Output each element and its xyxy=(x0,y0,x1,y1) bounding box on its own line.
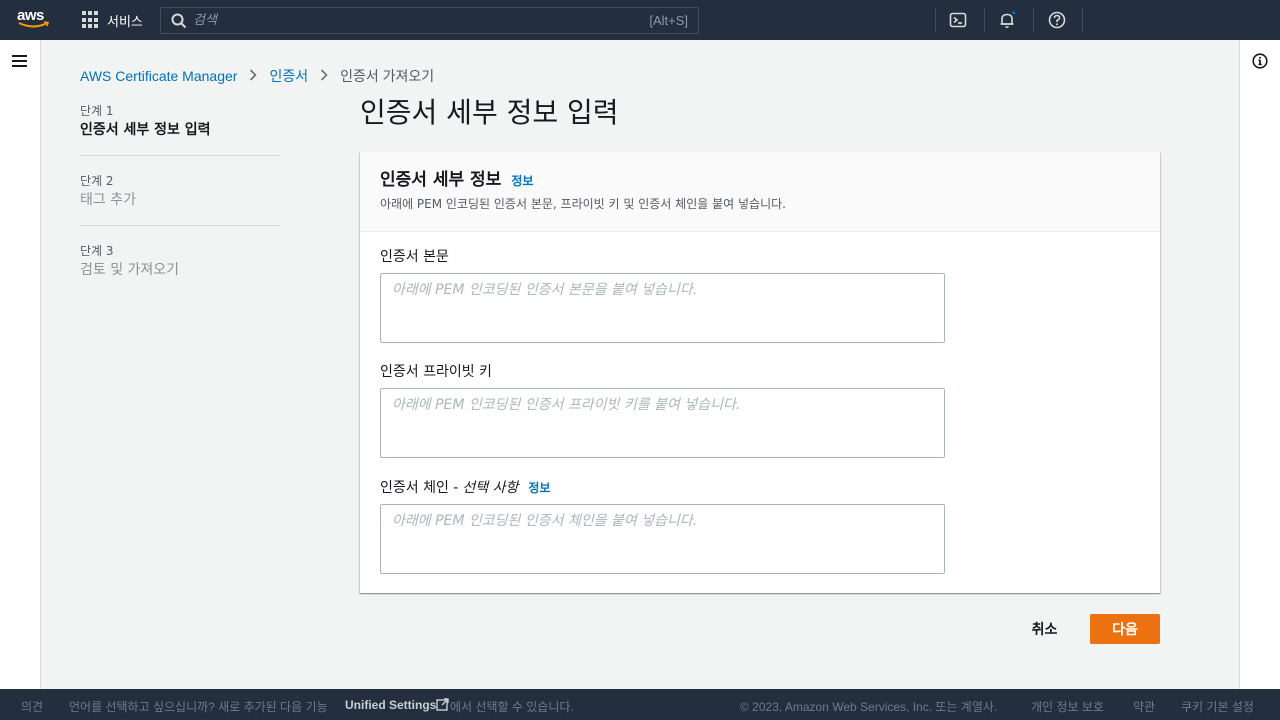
notifications-bell-icon[interactable] xyxy=(998,11,1016,29)
search-icon xyxy=(171,13,187,28)
privacy-link[interactable]: 개인 정보 보호 xyxy=(1031,698,1104,715)
copyright-text: © 2023, Amazon Web Services, Inc. 또는 계열사… xyxy=(740,700,998,714)
info-link[interactable]: 정보 xyxy=(511,172,533,189)
console-footer: 의견 언어를 선택하고 싶으십니까? 새로 추가된 다음 기능 Unified … xyxy=(0,689,1280,720)
step-number: 단계 2 xyxy=(80,174,114,188)
wizard-step-3: 단계 3 검토 및 가져오기 xyxy=(80,242,280,295)
step-title: 검토 및 가져오기 xyxy=(80,262,180,278)
certificate-chain-field: 인증서 체인 - 선택 사항 정보 xyxy=(380,478,945,574)
help-panel-rail xyxy=(1239,40,1280,689)
language-suffix: 에서 선택할 수 있습니다. xyxy=(450,700,574,714)
cloudshell-icon[interactable] xyxy=(949,11,967,29)
next-button[interactable]: 다음 xyxy=(1090,614,1160,644)
certificate-body-input[interactable] xyxy=(380,273,945,343)
container-title: 인증서 세부 정보 xyxy=(380,170,502,190)
external-link-icon xyxy=(436,698,449,711)
nav-divider xyxy=(984,8,985,32)
help-icon[interactable] xyxy=(1048,11,1066,29)
cookie-preferences-link[interactable]: 쿠키 기본 설정 xyxy=(1181,698,1254,715)
chevron-right-icon xyxy=(249,68,258,84)
top-navigation: aws 서비스 [Alt+S] xyxy=(0,0,1280,40)
certificate-chain-label: 인증서 체인 - 선택 사항 정보 xyxy=(380,478,551,498)
menu-toggle-icon[interactable] xyxy=(12,55,27,67)
page-title: 인증서 세부 정보 입력 xyxy=(360,96,619,129)
certificate-body-label: 인증서 본문 xyxy=(380,249,449,265)
breadcrumb: AWS Certificate Manager 인증서 인증서 가져오기 xyxy=(80,66,434,86)
step-number: 단계 1 xyxy=(80,104,114,118)
aws-logo[interactable]: aws xyxy=(17,8,51,32)
breadcrumb-link-certificates[interactable]: 인증서 xyxy=(269,66,308,86)
unified-settings-link[interactable]: Unified Settings xyxy=(345,698,436,712)
search-shortcut-hint: [Alt+S] xyxy=(649,13,688,28)
nav-divider xyxy=(935,8,936,32)
side-navigation-rail xyxy=(0,40,41,689)
nav-divider xyxy=(1082,8,1083,32)
aws-smile-icon xyxy=(18,21,50,28)
step-title: 태그 추가 xyxy=(80,192,136,208)
services-grid-icon xyxy=(82,11,100,29)
services-menu-button[interactable]: 서비스 xyxy=(82,10,143,30)
cancel-button[interactable]: 취소 xyxy=(1017,614,1072,644)
certificate-details-container: 인증서 세부 정보 정보 아래에 PEM 인코딩된 인증서 본문, 프라이빗 키… xyxy=(360,152,1160,593)
language-prompt: 언어를 선택하고 싶으십니까? 새로 추가된 다음 기능 xyxy=(69,700,328,714)
nav-divider xyxy=(1033,8,1034,32)
wizard-steps: 단계 1 인증서 세부 정보 입력 단계 2 태그 추가 단계 3 검토 및 가… xyxy=(80,102,280,311)
chevron-right-icon xyxy=(320,68,328,84)
wizard-step-2: 단계 2 태그 추가 xyxy=(80,172,280,226)
step-number: 단계 3 xyxy=(80,244,114,258)
container-description: 아래에 PEM 인코딩된 인증서 본문, 프라이빗 키 및 인증서 체인을 붙여… xyxy=(380,197,786,211)
feedback-link[interactable]: 의견 xyxy=(21,698,43,715)
private-key-field: 인증서 프라이빗 키 xyxy=(380,362,945,458)
optional-tag: 선택 사항 xyxy=(462,480,519,496)
private-key-input[interactable] xyxy=(380,388,945,458)
wizard-step-1: 단계 1 인증서 세부 정보 입력 xyxy=(80,102,280,156)
certificate-chain-input[interactable] xyxy=(380,504,945,574)
search-input[interactable] xyxy=(187,13,650,28)
services-label: 서비스 xyxy=(107,14,143,30)
certificate-body-field: 인증서 본문 xyxy=(380,247,945,343)
breadcrumb-current: 인증서 가져오기 xyxy=(340,68,435,84)
search-bar[interactable]: [Alt+S] xyxy=(160,7,699,34)
container-header: 인증서 세부 정보 정보 아래에 PEM 인코딩된 인증서 본문, 프라이빗 키… xyxy=(360,152,1160,232)
step-title: 인증서 세부 정보 입력 xyxy=(80,122,211,138)
terms-link[interactable]: 약관 xyxy=(1133,698,1155,715)
breadcrumb-link-acm[interactable]: AWS Certificate Manager xyxy=(80,68,237,84)
private-key-label: 인증서 프라이빗 키 xyxy=(380,364,492,380)
chain-info-link[interactable]: 정보 xyxy=(528,478,550,498)
info-panel-icon[interactable] xyxy=(1252,53,1268,69)
